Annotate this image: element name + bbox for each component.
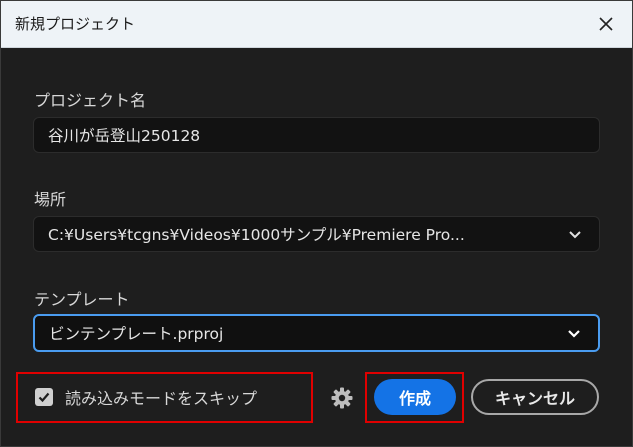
skip-import-label[interactable]: 読み込みモードをスキップ	[65, 385, 257, 409]
project-name-input[interactable]	[48, 126, 518, 144]
new-project-dialog: 新規プロジェクト プロジェクト名 場所 C:¥Users¥tcgns¥Video…	[0, 0, 633, 447]
template-value: ビンテンプレート.prproj	[49, 325, 224, 343]
check-icon	[38, 392, 50, 403]
cancel-button[interactable]: キャンセル	[471, 379, 599, 415]
skip-import-checkbox[interactable]	[35, 388, 53, 406]
gear-icon[interactable]	[330, 386, 354, 410]
project-name-field[interactable]	[33, 117, 600, 153]
location-label: 場所	[34, 190, 67, 209]
create-button[interactable]: 作成	[374, 379, 456, 415]
dialog-title: 新規プロジェクト	[15, 15, 136, 33]
close-button[interactable]	[591, 9, 621, 39]
close-icon	[599, 17, 613, 31]
location-dropdown[interactable]: C:¥Users¥tcgns¥Videos¥1000サンプル¥Premiere …	[33, 216, 600, 252]
template-dropdown[interactable]: ビンテンプレート.prproj	[33, 314, 600, 352]
chevron-down-icon	[565, 224, 585, 244]
template-label: テンプレート	[34, 290, 130, 309]
project-name-label: プロジェクト名	[34, 91, 147, 110]
title-bar: 新規プロジェクト	[1, 1, 632, 48]
location-value: C:¥Users¥tcgns¥Videos¥1000サンプル¥Premiere …	[48, 226, 465, 244]
chevron-down-icon	[564, 323, 584, 343]
